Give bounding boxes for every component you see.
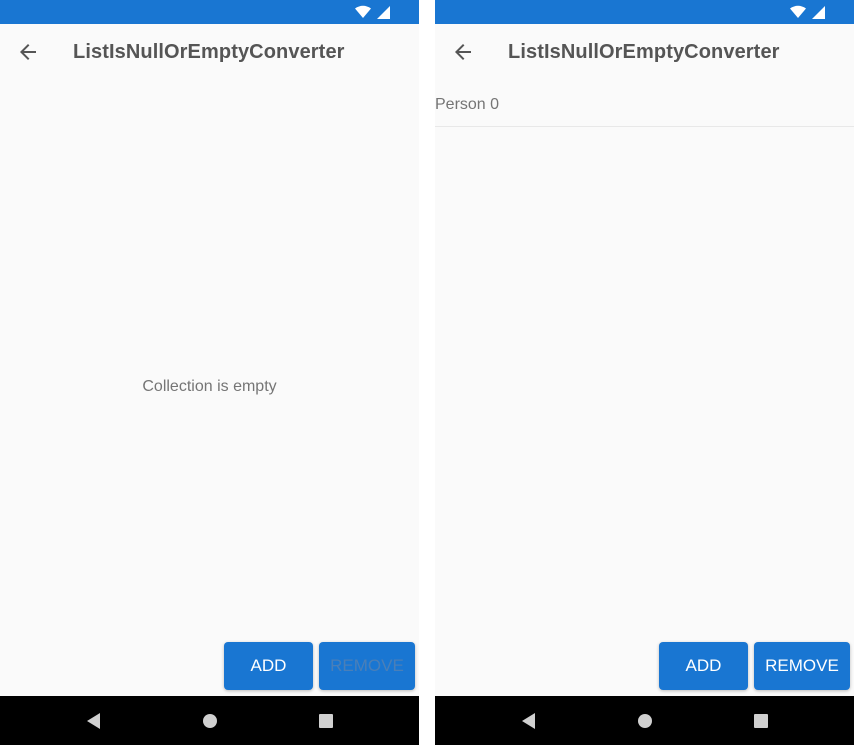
phone-screen-with-items: ListIsNullOrEmptyConverter Person 0 ADD …	[435, 0, 854, 745]
arrow-back-icon[interactable]	[16, 40, 40, 64]
arrow-back-icon[interactable]	[451, 40, 475, 64]
app-bar: ListIsNullOrEmptyConverter	[435, 24, 854, 80]
system-navigation-bar	[0, 696, 419, 745]
status-bar	[435, 0, 854, 24]
remove-button[interactable]: REMOVE	[754, 642, 850, 690]
nav-back-icon[interactable]	[520, 712, 538, 730]
page-title: ListIsNullOrEmptyConverter	[508, 41, 780, 63]
system-navigation-bar	[435, 696, 854, 745]
collection-view: Person 0	[435, 80, 854, 634]
app-bar: ListIsNullOrEmptyConverter	[0, 24, 419, 80]
remove-button[interactable]: REMOVE	[319, 642, 415, 690]
nav-home-icon[interactable]	[636, 712, 654, 730]
add-button[interactable]: ADD	[224, 642, 313, 690]
wifi-icon	[355, 5, 371, 18]
status-icons	[355, 5, 391, 19]
phone-screen-empty: ListIsNullOrEmptyConverter Collection is…	[0, 0, 419, 745]
nav-recents-icon[interactable]	[752, 712, 770, 730]
nav-back-icon[interactable]	[85, 712, 103, 730]
nav-recents-icon[interactable]	[317, 712, 335, 730]
empty-collection-message: Collection is empty	[142, 378, 277, 395]
page-title: ListIsNullOrEmptyConverter	[73, 41, 345, 63]
cell-signal-icon	[377, 6, 390, 19]
wifi-icon	[790, 5, 806, 18]
add-button[interactable]: ADD	[659, 642, 748, 690]
collection-view: Collection is empty	[0, 80, 419, 634]
cell-signal-icon	[812, 6, 825, 19]
list-item-label: Person 0	[435, 96, 500, 113]
status-icons	[790, 5, 826, 19]
nav-home-icon[interactable]	[201, 712, 219, 730]
list-item[interactable]: Person 0	[435, 80, 854, 127]
status-bar	[0, 0, 419, 24]
